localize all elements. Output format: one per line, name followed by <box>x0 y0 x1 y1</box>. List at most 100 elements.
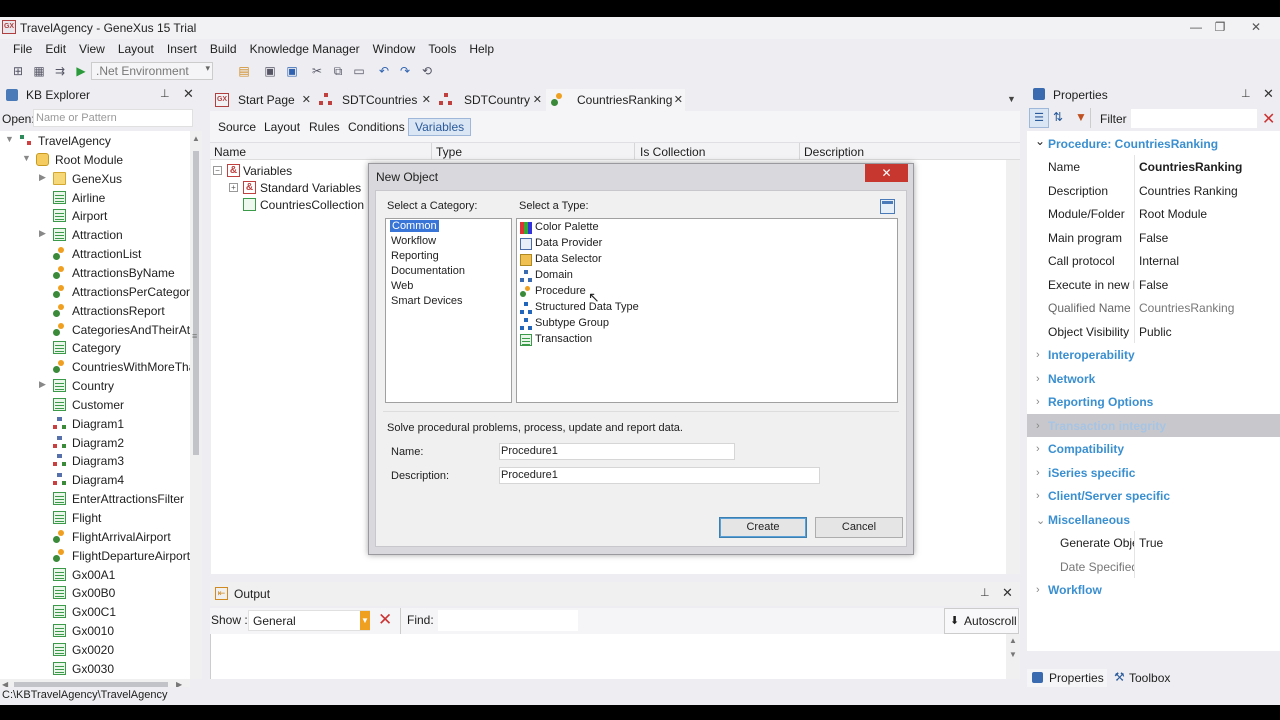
tree-item[interactable]: FlightArrivalAirport <box>0 527 190 546</box>
scroll-up-icon[interactable]: ▲ <box>1009 636 1017 645</box>
property-row[interactable]: Module/Folder Root Module <box>1027 202 1280 226</box>
category-reporting[interactable]: Reporting <box>391 250 439 262</box>
tree-item[interactable]: Category <box>0 338 190 357</box>
build-icon[interactable]: ▦ <box>31 63 47 79</box>
property-group[interactable]: ⌄ Miscellaneous <box>1036 513 1130 527</box>
tree-item[interactable]: Diagram1 <box>0 414 190 433</box>
menu-help[interactable]: Help <box>461 39 499 56</box>
rebuild-icon[interactable]: ⇉ <box>52 63 68 79</box>
filter-icon[interactable]: ▼ <box>1075 110 1087 124</box>
close-icon[interactable]: ✕ <box>1263 86 1274 102</box>
close-tab-icon[interactable]: ✕ <box>422 93 431 106</box>
maximize-button[interactable]: ❐ <box>1210 19 1230 35</box>
tab-sdtcountries[interactable]: SDTCountries ✕ <box>314 89 433 111</box>
pin-icon[interactable]: ⊥ <box>980 586 990 599</box>
tree-item[interactable]: Gx0030 <box>0 659 190 678</box>
expand-icon[interactable]: ▶ <box>39 379 46 390</box>
tree-item[interactable]: ▶ Attraction <box>0 225 190 244</box>
property-row[interactable]: Call protocol Internal <box>1027 249 1280 273</box>
tree-item[interactable]: AttractionsReport <box>0 301 190 320</box>
property-group[interactable]: › iSeries specific <box>1036 466 1135 480</box>
tree-item[interactable]: Diagram3 <box>0 451 190 470</box>
expand-icon[interactable]: ▶ <box>39 172 46 183</box>
minimize-button[interactable]: — <box>1186 19 1206 35</box>
redo-icon[interactable]: ↷ <box>397 63 413 79</box>
run-icon[interactable]: ▶ <box>73 63 89 79</box>
kb-tree-scrollbar[interactable]: ▲ ≡ <box>190 131 202 679</box>
pin-icon[interactable]: ⊥ <box>1241 87 1251 100</box>
variables-node[interactable]: Variables <box>243 164 292 178</box>
editor-scrollbar[interactable] <box>1006 160 1020 574</box>
cancel-button[interactable]: Cancel <box>815 517 903 538</box>
new-object-icon[interactable]: ⊞ <box>10 63 26 79</box>
output-scrollbar[interactable]: ▲ ▼ <box>1006 634 1020 679</box>
menu-layout[interactable]: Layout <box>110 39 159 56</box>
tree-item[interactable]: CountriesWithMoreTha <box>0 357 190 376</box>
tree-item[interactable]: Gx00A1 <box>0 565 190 584</box>
sort-alpha-icon[interactable]: ⇅ <box>1053 110 1063 124</box>
tree-item[interactable]: FlightDepartureAirport <box>0 546 190 565</box>
show-select[interactable]: General ▼ <box>248 610 370 631</box>
tab-sdtcountry[interactable]: SDTCountry ✕ <box>434 89 544 111</box>
chevron-right-icon[interactable]: › <box>1036 584 1040 596</box>
open-pattern-input[interactable]: Name or Pattern <box>33 109 193 127</box>
environment-select[interactable]: .Net Environment ▾ <box>91 62 213 80</box>
tree-item[interactable]: AttractionsByName <box>0 263 190 282</box>
find-input[interactable] <box>438 610 578 631</box>
col-name[interactable]: Name <box>214 145 246 159</box>
chevron-right-icon[interactable]: › <box>1036 420 1040 432</box>
tree-item[interactable]: Diagram2 <box>0 433 190 452</box>
property-row[interactable]: Generate Object True <box>1027 531 1280 555</box>
name-input[interactable]: Procedure1 <box>499 443 735 460</box>
tab-rules[interactable]: Rules <box>309 120 340 134</box>
tab-start-page[interactable]: GX Start Page ✕ <box>210 89 313 111</box>
tree-item[interactable]: Gx00B0 <box>0 583 190 602</box>
expand-icon[interactable]: ▶ <box>39 228 46 239</box>
property-row[interactable]: Description Countries Ranking <box>1027 178 1280 202</box>
tree-item[interactable]: EnterAttractionsFilter <box>0 489 190 508</box>
categorized-icon[interactable]: ☰ <box>1029 108 1049 128</box>
tab-list-dropdown-icon[interactable]: ▼ <box>1007 94 1016 104</box>
clear-filter-icon[interactable]: ✕ <box>1262 109 1275 129</box>
property-value[interactable]: False <box>1139 278 1168 292</box>
tree-item[interactable]: ▼ TravelAgency <box>0 131 190 150</box>
menu-edit[interactable]: Edit <box>37 39 71 56</box>
countriescollection-node[interactable]: CountriesCollection <box>260 198 364 212</box>
tree-item[interactable]: Customer <box>0 395 190 414</box>
description-input[interactable]: Procedure1 <box>499 467 820 484</box>
category-workflow[interactable]: Workflow <box>391 235 436 247</box>
tree-item[interactable]: AttractionList <box>0 244 190 263</box>
tree-item[interactable]: Airport <box>0 206 190 225</box>
clear-icon[interactable]: ✕ <box>378 610 392 630</box>
property-row[interactable]: Qualified Name CountriesRanking <box>1027 296 1280 320</box>
expand-icon[interactable]: + <box>229 183 238 192</box>
save-all-icon[interactable]: ▣ <box>284 63 300 79</box>
property-group[interactable]: › Interoperability <box>1036 348 1135 362</box>
menu-tools[interactable]: Tools <box>420 39 461 56</box>
menu-file[interactable]: File <box>0 39 37 56</box>
collapse-icon[interactable]: ▼ <box>5 134 14 144</box>
property-row[interactable]: Main program False <box>1027 225 1280 249</box>
tree-item[interactable]: Flight <box>0 508 190 527</box>
property-value[interactable]: CountriesRanking <box>1139 160 1242 174</box>
scroll-up-icon[interactable]: ▲ <box>192 134 200 143</box>
menu-window[interactable]: Window <box>365 39 421 56</box>
chevron-down-icon[interactable]: ⌄ <box>1036 514 1045 527</box>
tree-item[interactable]: ▶ Country <box>0 376 190 395</box>
property-group[interactable]: › Network <box>1036 372 1095 386</box>
property-value[interactable]: Internal <box>1139 254 1179 268</box>
tree-item[interactable]: AttractionsPerCategory <box>0 282 190 301</box>
undo-icon[interactable]: ↶ <box>376 63 392 79</box>
view-mode-icon[interactable] <box>880 199 895 214</box>
tab-toolbox[interactable]: ⚒ Toolbox <box>1109 669 1179 687</box>
col-description[interactable]: Description <box>804 145 864 159</box>
save-icon[interactable]: ▣ <box>262 63 278 79</box>
history-icon[interactable]: ⟲ <box>419 63 435 79</box>
property-group[interactable]: › Reporting Options <box>1036 395 1153 409</box>
tab-source[interactable]: Source <box>218 120 256 134</box>
property-value[interactable]: Countries Ranking <box>1139 184 1238 198</box>
menu-knowledge-manager[interactable]: Knowledge Manager <box>242 39 365 56</box>
property-group[interactable]: › Compatibility <box>1036 442 1124 456</box>
close-icon[interactable]: ✕ <box>1002 585 1013 601</box>
chevron-right-icon[interactable]: › <box>1036 443 1040 455</box>
